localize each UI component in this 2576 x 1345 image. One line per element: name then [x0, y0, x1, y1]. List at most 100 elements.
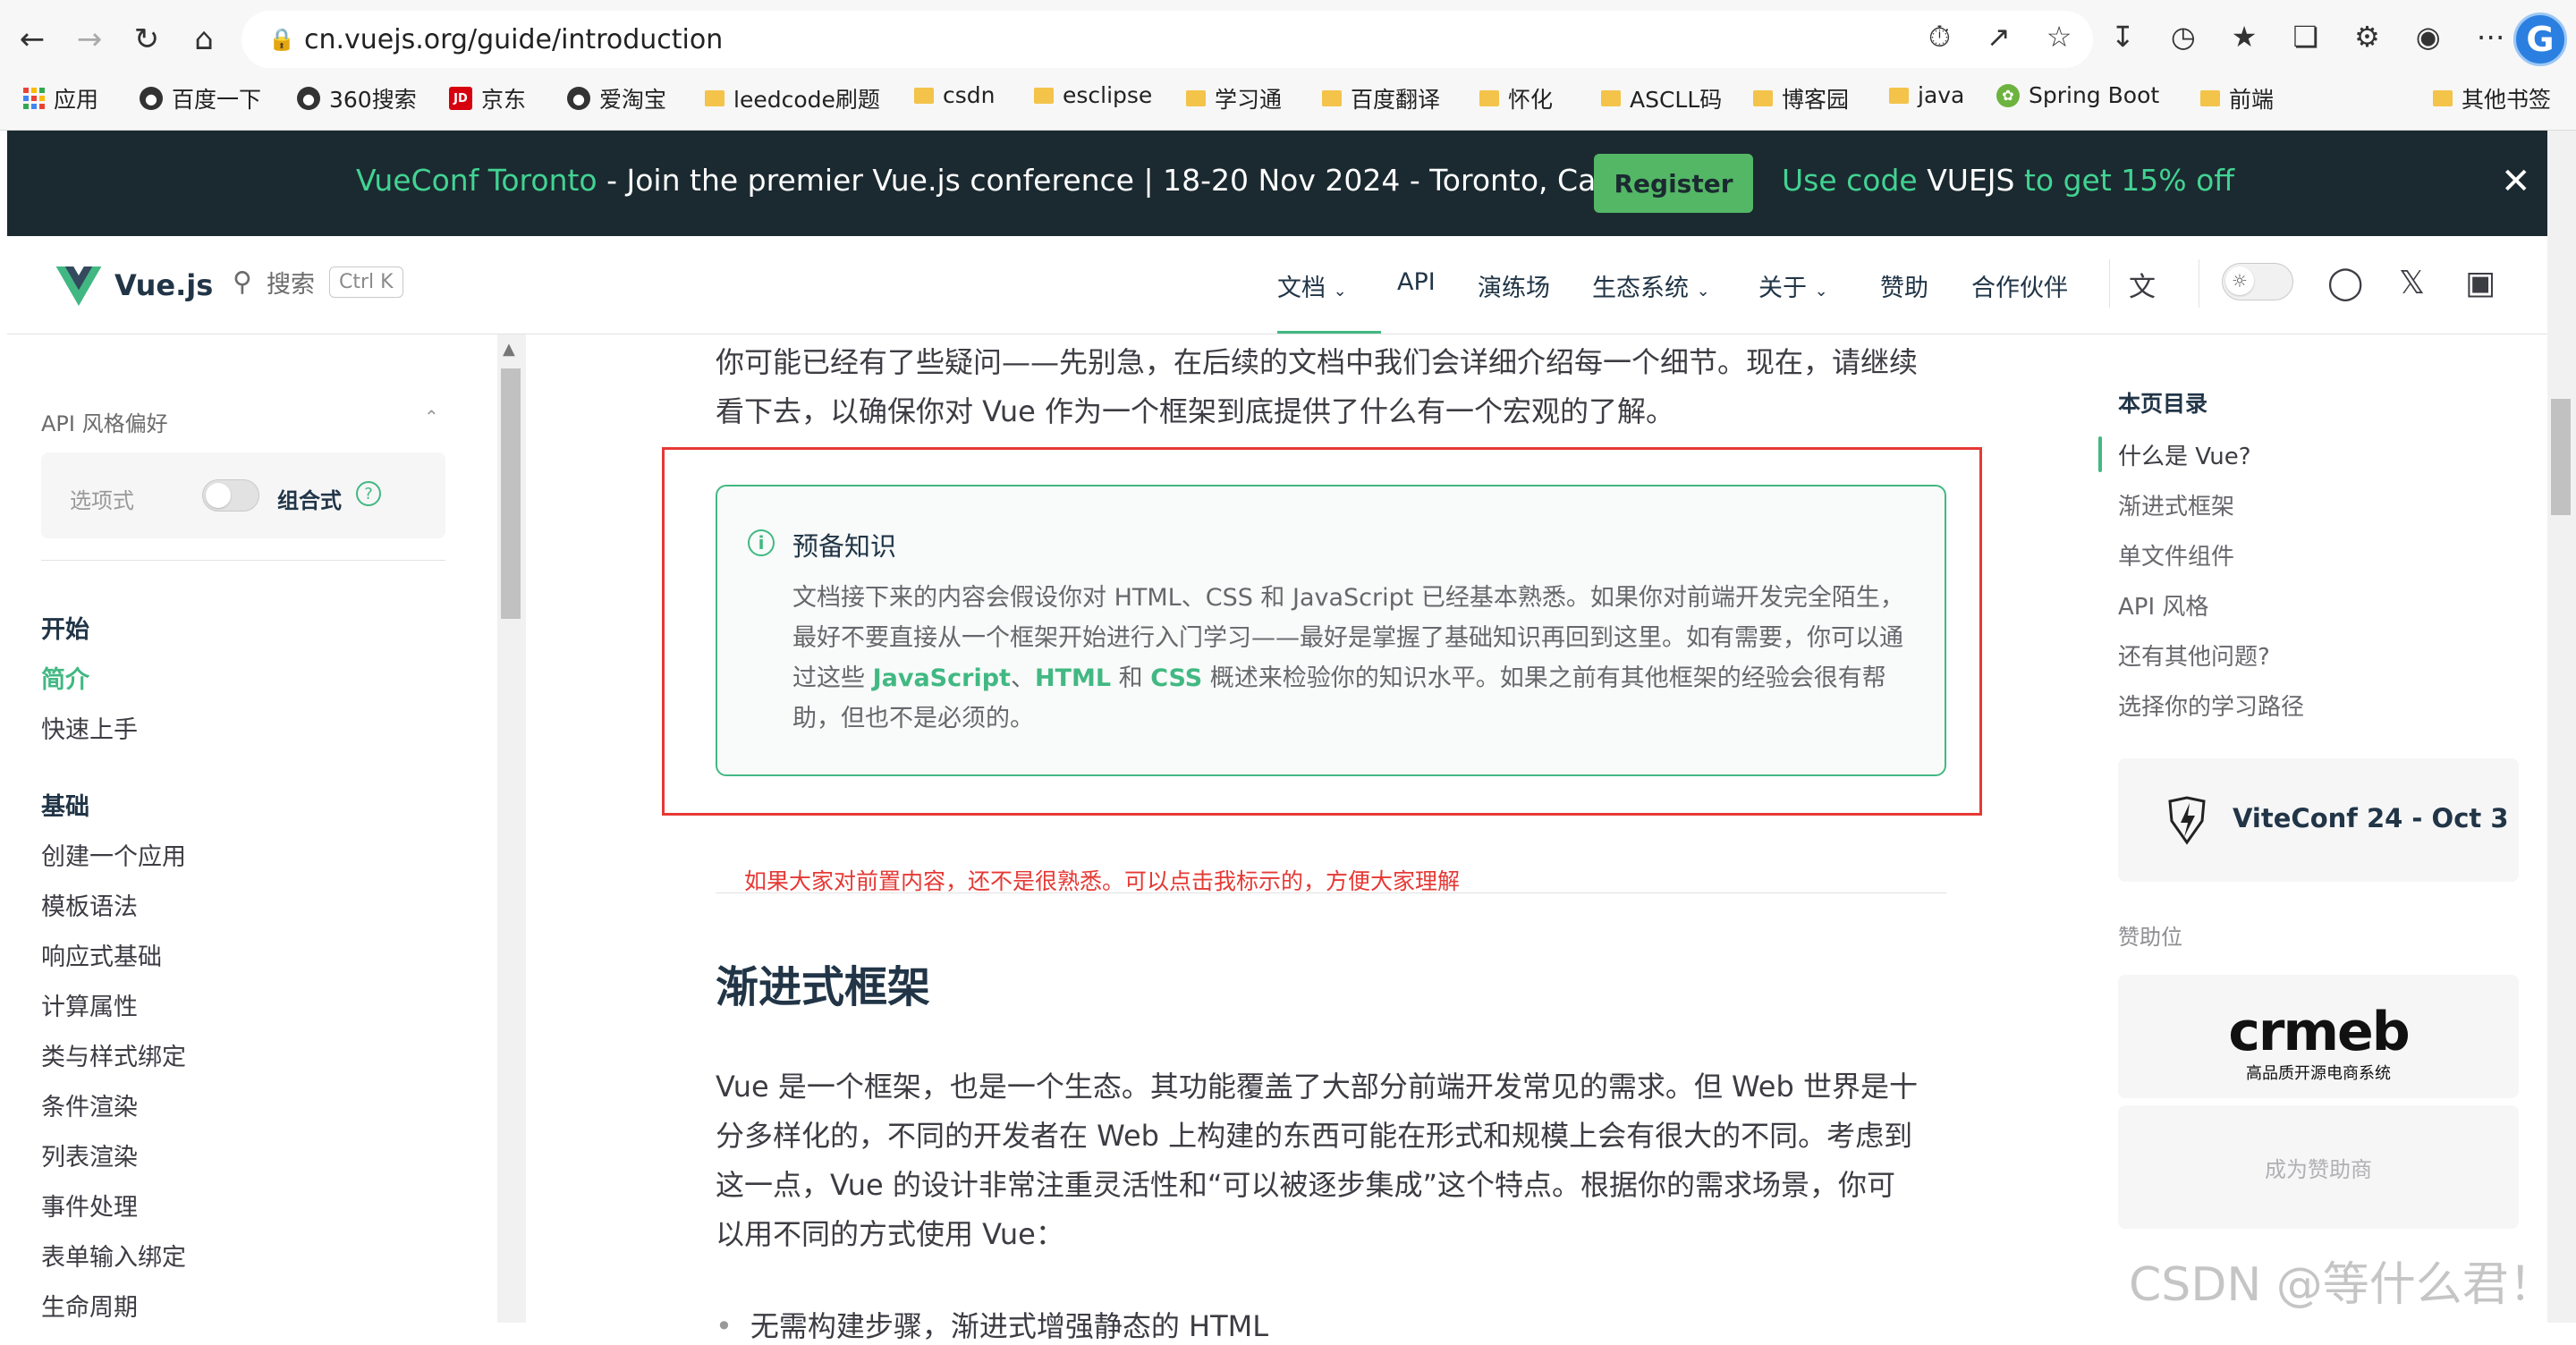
dark-mode-toggle[interactable]: ☼ [2222, 263, 2293, 300]
folder-icon [1322, 90, 1342, 106]
toc-item-learning-path[interactable]: 选择你的学习路径 [2118, 689, 2304, 722]
nav-partners[interactable]: 合作伙伴 [1971, 268, 2068, 303]
bookmark-apps[interactable]: 应用 [23, 82, 98, 114]
bookmark-huaihua[interactable]: 怀化 [1479, 82, 1553, 114]
share-icon[interactable]: ↗ [1987, 20, 2011, 55]
nav-sponsor[interactable]: 赞助 [1880, 268, 1928, 303]
extensions-icon[interactable]: ⚙ [2354, 20, 2380, 54]
address-bar[interactable]: cn.vuejs.org/guide/introduction [242, 11, 2093, 68]
toc-item-sfc[interactable]: 单文件组件 [2118, 538, 2234, 571]
address-bar-actions: ⏱ ↗ ☆ [1928, 20, 2072, 55]
bullet-dot: • [716, 1309, 733, 1343]
close-icon[interactable]: ✕ [2501, 161, 2531, 202]
lock-icon[interactable]: 🔒 [268, 27, 295, 52]
intro-paragraph: 你可能已经有了些疑问——先别急，在后续的文档中我们会详细介绍每一个细节。现在，请… [716, 345, 1919, 428]
link-html[interactable]: HTML [1035, 664, 1111, 692]
api-style-switch-box: 选项式 组合式 ? [41, 453, 445, 538]
bookmark-other[interactable]: 其他书签 [2433, 82, 2551, 114]
sidebar-item-events[interactable]: 事件处理 [41, 1188, 138, 1222]
sidebar-item-list[interactable]: 列表渲染 [41, 1138, 138, 1172]
search-button[interactable]: ⚲ 搜索 Ctrl K [233, 265, 403, 300]
nav-docs[interactable]: 文档 ⌄ [1277, 268, 1347, 303]
translate-icon[interactable]: 文 [2129, 265, 2156, 304]
history-icon[interactable]: ◷ [2171, 20, 2196, 54]
composition-api-label[interactable]: 组合式 [277, 483, 342, 514]
bookmark-spring-boot[interactable]: ✿ Spring Boot [1996, 82, 2159, 108]
favorites-icon[interactable]: ★ [2232, 20, 2258, 54]
browser-chrome: ← → ↻ ⌂ cn.vuejs.org/guide/introduction … [0, 0, 2576, 131]
bookmark-frontend[interactable]: 前端 [2200, 82, 2274, 114]
sidebar-item-class-style[interactable]: 类与样式绑定 [41, 1037, 186, 1072]
nav-api[interactable]: API [1397, 268, 1436, 296]
bookmark-aitaobao[interactable]: ● 爱淘宝 [567, 82, 666, 114]
banner-brand[interactable]: VueConf Toronto [356, 163, 597, 198]
forward-arrow-icon[interactable]: → [70, 20, 109, 59]
site-logo-text[interactable]: Vue.js [114, 268, 213, 302]
page-scroll-thumb[interactable] [2551, 399, 2571, 515]
sponsor-crmeb[interactable]: crmeb 高品质开源电商系统 [2118, 975, 2519, 1098]
folder-icon [2433, 90, 2453, 106]
home-icon[interactable]: ⌂ [184, 20, 224, 59]
bookmark-esclipse[interactable]: esclipse [1034, 82, 1152, 108]
download-icon[interactable]: ↧ [2111, 20, 2135, 54]
api-style-toggle[interactable] [202, 479, 259, 512]
option-api-label[interactable]: 选项式 [70, 483, 134, 514]
edge-icon[interactable]: ◉ [2416, 20, 2441, 54]
bookmark-360[interactable]: ● 360搜索 [297, 82, 417, 114]
bookmark-leetcode[interactable]: leedcode刷题 [705, 82, 880, 114]
bookmark-java[interactable]: java [1889, 82, 1964, 108]
collections-icon[interactable]: ❏ [2292, 20, 2318, 54]
help-icon[interactable]: ? [356, 481, 381, 506]
nav-about[interactable]: 关于 ⌄ [1758, 268, 1828, 303]
back-arrow-icon[interactable]: ← [13, 20, 52, 59]
toc-item-progressive[interactable]: 渐进式框架 [2118, 488, 2234, 521]
sponsor-label: 赞助位 [2118, 925, 2182, 950]
bookmark-baidu[interactable]: ● 百度一下 [140, 82, 261, 114]
sidebar-item-quick-start[interactable]: 快速上手 [41, 710, 138, 745]
sidebar-item-introduction[interactable]: 简介 [41, 660, 89, 695]
github-icon[interactable]: ◯ [2327, 265, 2363, 301]
sidebar-item-reactivity[interactable]: 响应式基础 [41, 937, 162, 972]
sidebar-item-template-syntax[interactable]: 模板语法 [41, 887, 138, 922]
register-button[interactable]: Register [1594, 154, 1753, 213]
link-javascript[interactable]: JavaScript [873, 664, 1011, 692]
more-menu-icon[interactable]: ⋯ [2477, 20, 2505, 54]
sidebar-scroll-thumb[interactable] [501, 368, 521, 619]
x-twitter-icon[interactable]: 𝕏 [2399, 265, 2425, 301]
sidebar-item-application[interactable]: 创建一个应用 [41, 837, 186, 872]
bookmark-cnblogs[interactable]: 博客园 [1753, 82, 1849, 114]
performance-icon[interactable]: ⏱ [1928, 20, 1951, 55]
bookmark-baidu-fanyi[interactable]: 百度翻译 [1322, 82, 1440, 114]
star-icon[interactable]: ☆ [2046, 20, 2072, 55]
toc-item-questions[interactable]: 还有其他问题? [2118, 639, 2270, 672]
page-scrollbar[interactable] [2547, 131, 2576, 1323]
link-css[interactable]: CSS [1150, 664, 1202, 692]
folder-icon [1034, 87, 1054, 104]
scroll-up-arrow-icon[interactable]: ▲ [503, 340, 515, 359]
sidebar-item-lifecycle[interactable]: 生命周期 [41, 1288, 138, 1323]
bookmark-csdn[interactable]: csdn [914, 82, 995, 108]
sidebar-item-conditional[interactable]: 条件渲染 [41, 1087, 138, 1122]
bookmark-ascll[interactable]: ASCLL码 [1601, 82, 1722, 114]
sidebar-divider [41, 560, 445, 561]
vue-logo-icon[interactable] [55, 266, 102, 306]
search-shortcut: Ctrl K [328, 266, 403, 298]
chevron-up-icon[interactable]: ⌃ [424, 406, 439, 427]
list-item: • 无需构建步骤，渐进式增强静态的 HTML [716, 1309, 1269, 1343]
viteconf-ad[interactable]: ViteConf 24 - Oct 3 [2118, 758, 2519, 882]
toc-item-api-styles[interactable]: API 风格 [2118, 588, 2208, 622]
reload-icon[interactable]: ↻ [127, 20, 166, 59]
sidebar-item-forms[interactable]: 表单输入绑定 [41, 1238, 186, 1273]
toc-item-what-is-vue[interactable]: 什么是 Vue? [2118, 438, 2251, 471]
nav-ecosystem[interactable]: 生态系统 ⌄ [1592, 268, 1710, 303]
become-sponsor-button[interactable]: 成为赞助商 [2118, 1105, 2519, 1229]
bookmark-xuexitong[interactable]: 学习通 [1186, 82, 1282, 114]
discord-icon[interactable]: ▣ [2465, 265, 2496, 301]
nav-playground[interactable]: 演练场 [1478, 268, 1550, 303]
bookmark-jd[interactable]: JD 京东 [449, 82, 526, 114]
sun-icon: ☼ [2225, 266, 2254, 295]
profile-avatar[interactable]: G [2513, 13, 2567, 66]
promo-text: Use code VUEJS to get 15% off [1782, 163, 2235, 198]
sidebar-item-computed[interactable]: 计算属性 [41, 987, 138, 1022]
viteconf-text: ViteConf 24 - Oct 3 [2233, 803, 2509, 833]
